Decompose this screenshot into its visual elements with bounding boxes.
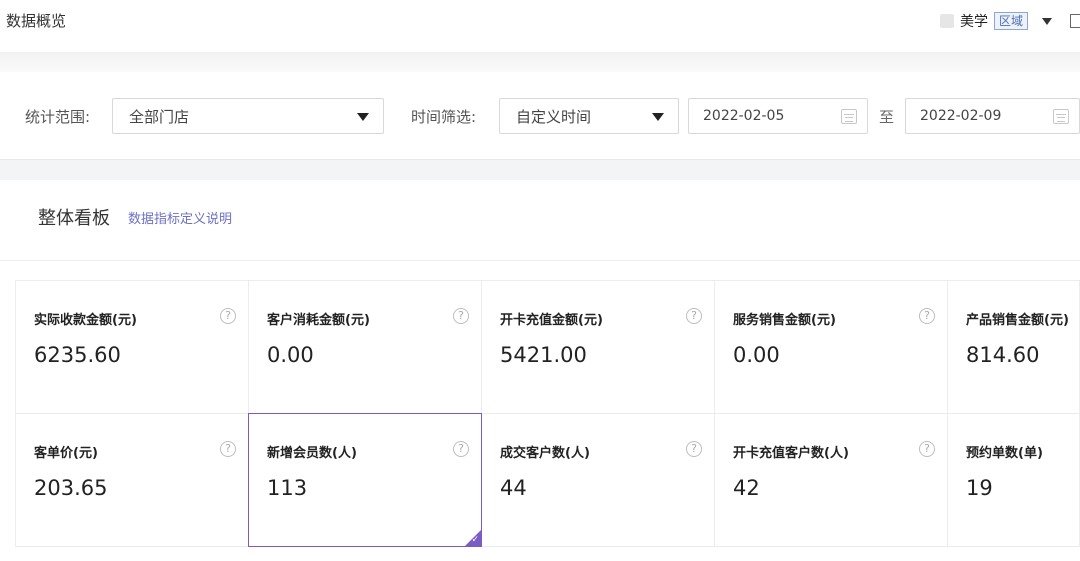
- metric-value: 19: [966, 476, 993, 500]
- chevron-down-icon: [652, 113, 664, 121]
- metric-card[interactable]: 客单价(元) ? 203.65: [15, 413, 249, 547]
- board-title: 整体看板: [38, 208, 110, 229]
- help-icon[interactable]: ?: [686, 308, 702, 324]
- metric-value: 5421.00: [500, 343, 587, 367]
- help-icon[interactable]: ?: [686, 441, 702, 457]
- metric-card[interactable]: 开卡充值客户数(人) ? 42: [714, 413, 948, 547]
- calendar-icon[interactable]: [841, 109, 857, 124]
- metric-value: 113: [267, 476, 308, 500]
- metric-card[interactable]: 产品销售金额(元) 814.60: [947, 280, 1080, 414]
- help-icon[interactable]: ?: [220, 441, 236, 457]
- metric-card[interactable]: 客户消耗金额(元) ? 0.00: [248, 280, 482, 414]
- metric-label: 客单价(元): [34, 446, 98, 461]
- time-filter-value: 自定义时间: [516, 107, 592, 126]
- metric-label: 开卡充值客户数(人): [733, 446, 849, 461]
- metric-card[interactable]: 服务销售金额(元) ? 0.00: [714, 280, 948, 414]
- time-filter-label: 时间筛选:: [411, 108, 477, 126]
- start-date-value: 2022-02-05: [703, 108, 785, 124]
- date-range-separator: 至: [879, 108, 895, 126]
- metric-value: 0.00: [267, 343, 314, 367]
- region-badge: 区域: [993, 12, 1028, 30]
- metric-label: 预约单数(单): [966, 446, 1043, 461]
- time-filter-select[interactable]: 自定义时间: [499, 98, 679, 134]
- metric-card[interactable]: 开卡充值金额(元) ? 5421.00: [481, 280, 715, 414]
- overview-panel: 整体看板 数据指标定义说明 实际收款金额(元) ? 6235.60 客户消耗金额…: [0, 180, 1080, 561]
- scope-label: 统计范围:: [25, 108, 91, 126]
- help-icon[interactable]: ?: [919, 308, 935, 324]
- chevron-down-icon[interactable]: [1042, 17, 1052, 25]
- metric-card[interactable]: 成交客户数(人) ? 44: [481, 413, 715, 547]
- page-title: 数据概览: [6, 12, 67, 30]
- scope-select-value: 全部门店: [129, 107, 190, 126]
- header-divider: [0, 52, 1080, 72]
- metric-value: 6235.60: [34, 343, 121, 367]
- metric-value: 44: [500, 476, 527, 500]
- metric-label: 产品销售金额(元): [966, 313, 1069, 328]
- chevron-down-icon: [357, 113, 369, 121]
- help-icon[interactable]: ?: [453, 441, 469, 457]
- metric-label: 客户消耗金额(元): [267, 313, 370, 328]
- metric-value: 42: [733, 476, 760, 500]
- metric-value: 0.00: [733, 343, 780, 367]
- top-bar: 数据概览 美学 区域: [0, 0, 1080, 52]
- filter-bar: 统计范围: 全部门店 时间筛选: 自定义时间 2022-02-05 至 2022…: [0, 72, 1080, 160]
- metric-value: 814.60: [966, 343, 1040, 367]
- metric-definition-link[interactable]: 数据指标定义说明: [128, 208, 232, 227]
- user-name[interactable]: 美学: [960, 11, 988, 31]
- metric-card-selected[interactable]: 新增会员数(人) ? 113 ✓: [248, 413, 482, 547]
- metric-value: 203.65: [34, 476, 108, 500]
- metric-label: 开卡充值金额(元): [500, 313, 603, 328]
- help-icon[interactable]: ?: [453, 308, 469, 324]
- start-date-input[interactable]: 2022-02-05: [688, 98, 868, 134]
- metric-label: 新增会员数(人): [267, 446, 357, 461]
- end-date-input[interactable]: 2022-02-09: [905, 98, 1080, 134]
- metric-card[interactable]: 实际收款金额(元) ? 6235.60: [15, 280, 249, 414]
- help-icon[interactable]: ?: [220, 308, 236, 324]
- metric-label: 成交客户数(人): [500, 446, 590, 461]
- end-date-value: 2022-02-09: [920, 108, 1002, 124]
- metric-label: 服务销售金额(元): [733, 313, 836, 328]
- calendar-icon[interactable]: [1053, 109, 1069, 124]
- check-icon: ✓: [471, 535, 479, 545]
- scope-select[interactable]: 全部门店: [112, 98, 384, 134]
- metric-label: 实际收款金额(元): [34, 313, 137, 328]
- avatar: [939, 14, 954, 28]
- user-area[interactable]: 美学 区域: [939, 8, 1080, 34]
- window-icon[interactable]: [1070, 14, 1080, 28]
- metric-card[interactable]: 预约单数(单) 19: [947, 413, 1080, 547]
- divider: [0, 260, 1080, 261]
- help-icon[interactable]: ?: [919, 441, 935, 457]
